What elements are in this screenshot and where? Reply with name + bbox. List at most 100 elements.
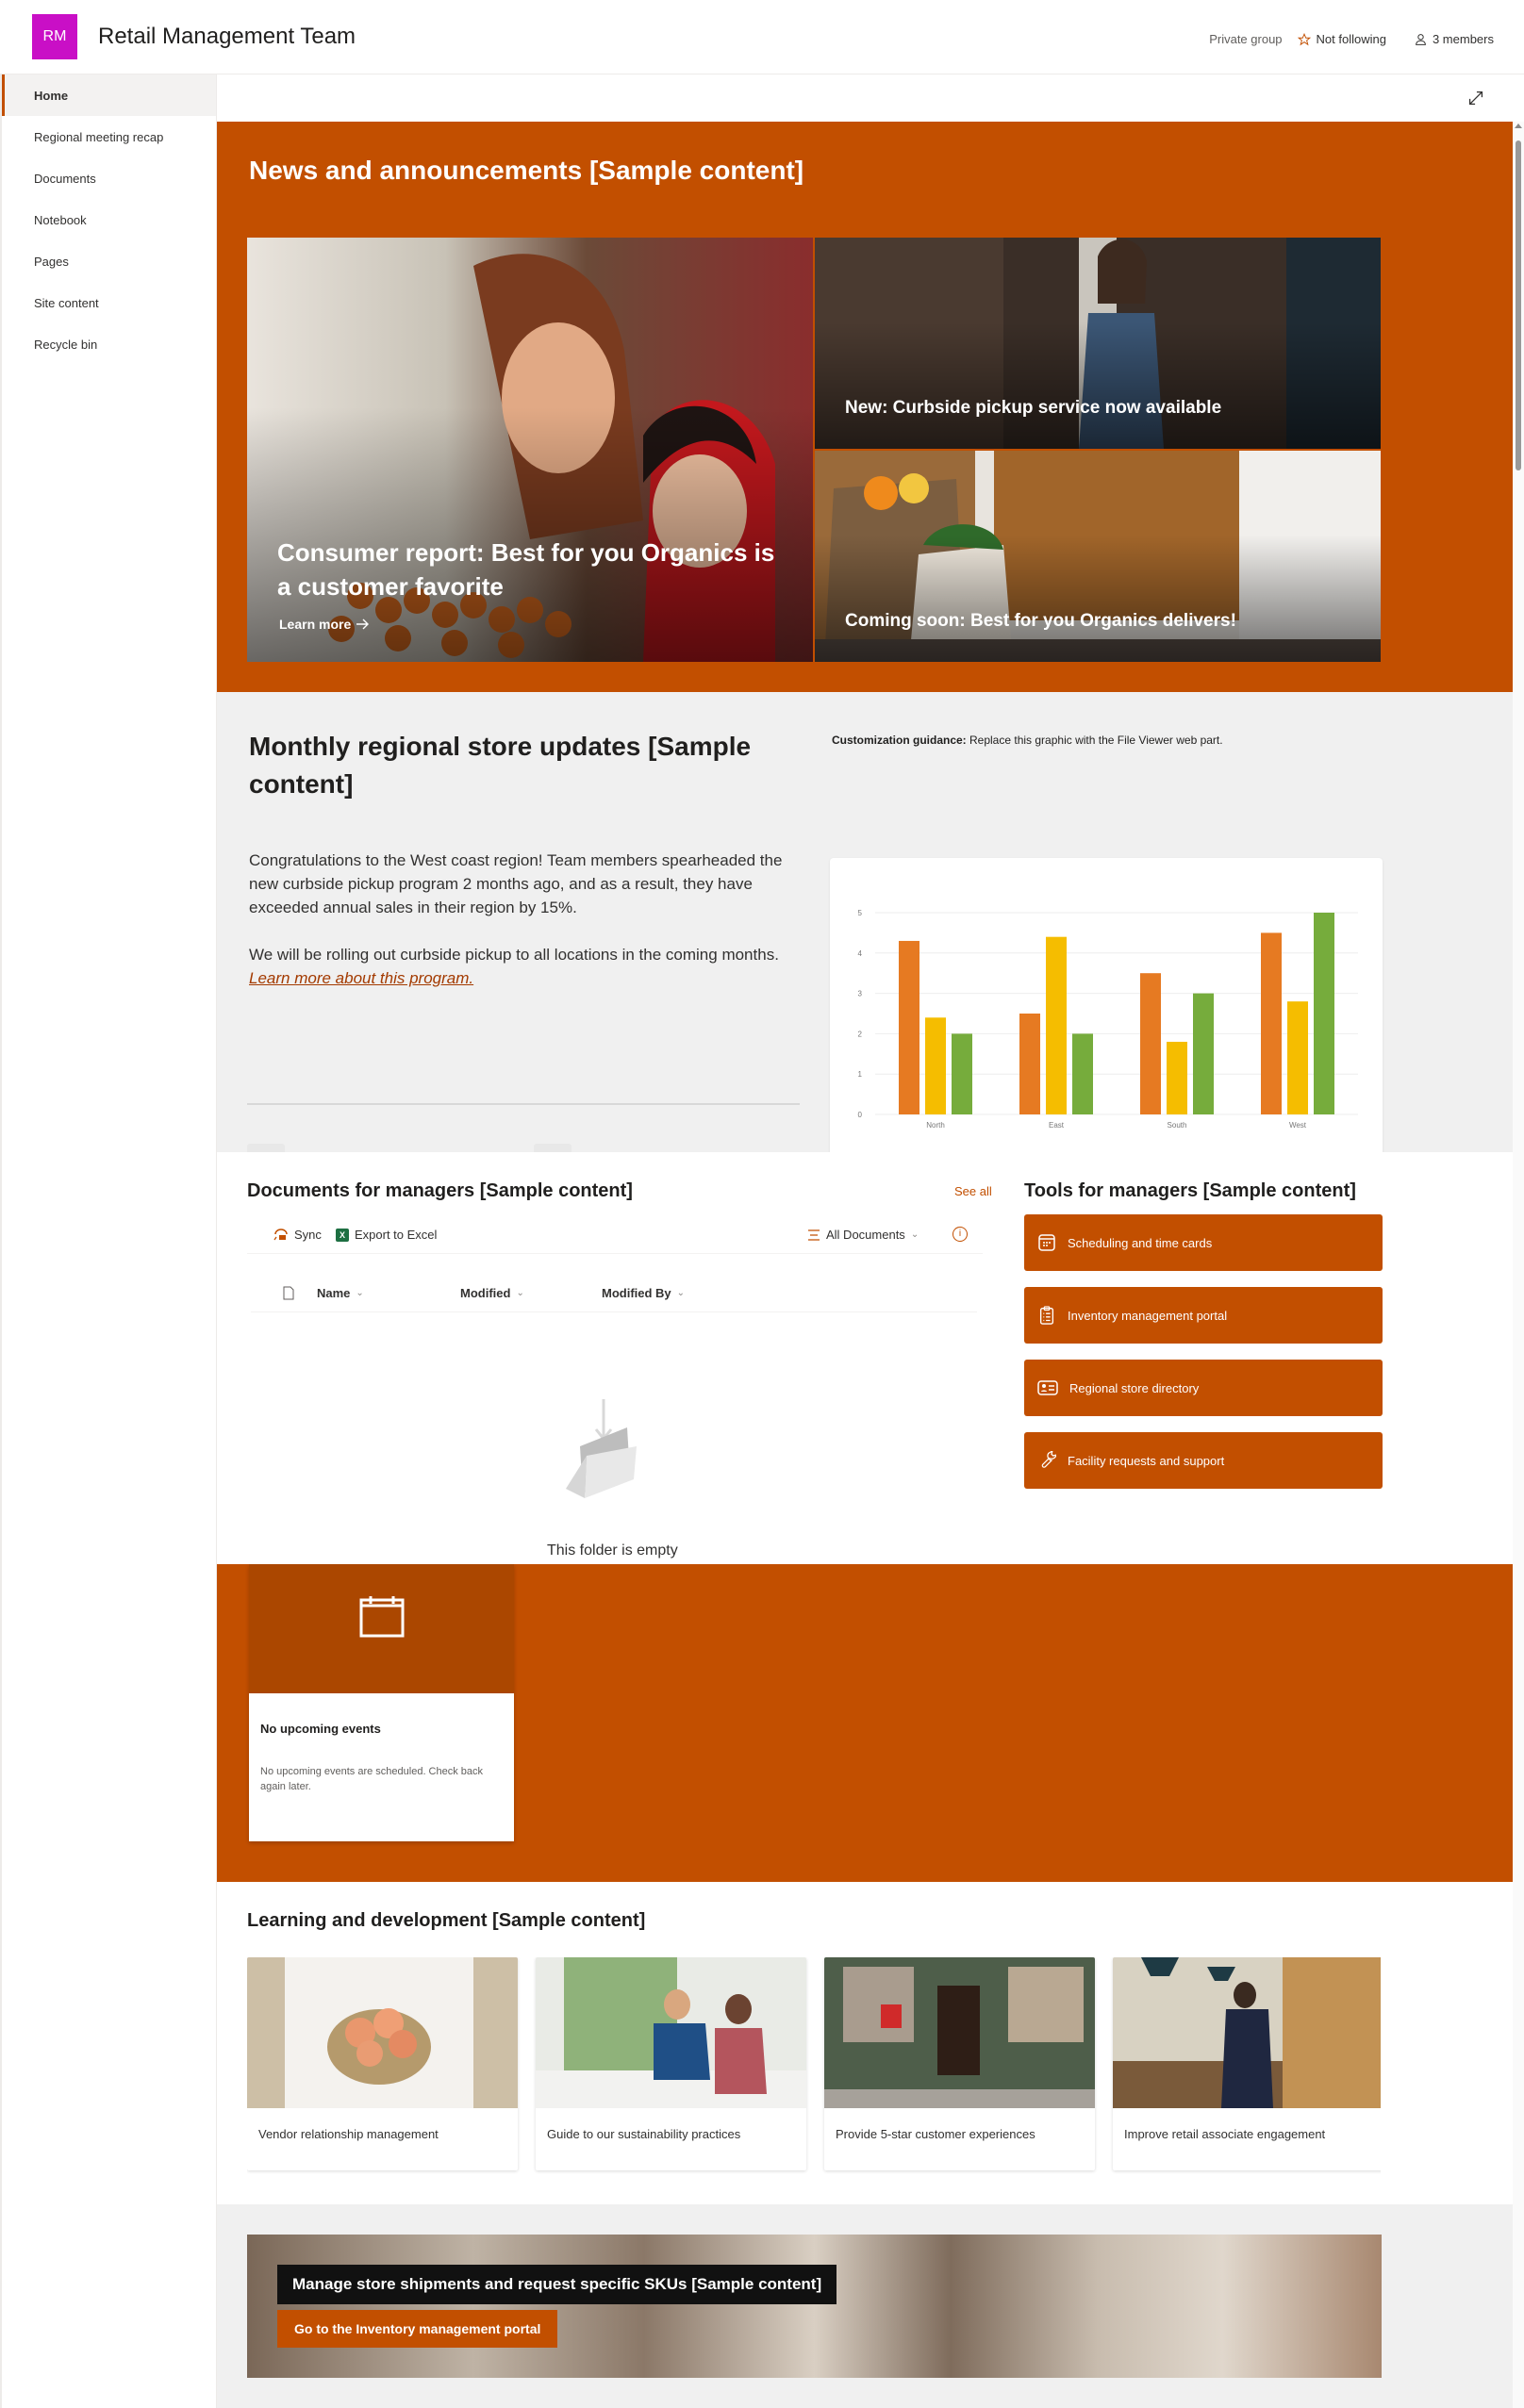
view-label: All Documents [826,1228,905,1242]
follow-button[interactable]: Not following [1297,32,1386,46]
learn-more-label: Learn more [279,617,352,632]
nav-item-recycle-bin[interactable]: Recycle bin [2,323,216,365]
y-tick-label: 2 [858,1030,863,1038]
members-label: 3 members [1432,32,1494,46]
monthly-body: Congratulations to the West coast region… [249,849,796,1014]
paragraph-2-text: We will be rolling out curbside pickup t… [249,946,779,964]
file-type-column[interactable] [283,1286,294,1300]
scroll-up-arrow-icon[interactable] [1515,124,1522,128]
excel-icon: X [336,1228,349,1242]
file-viewer[interactable]: 012345NorthEastSouthWest SLIDE 1 OF 1 [830,858,1383,1188]
documents-title: Documents for managers [Sample content] [247,1180,633,1201]
export-to-excel-button[interactable]: X Export to Excel [336,1228,437,1242]
nav-item-site-content[interactable]: Site content [2,282,216,323]
customization-guidance: Customization guidance: Replace this gra… [832,734,1223,747]
news-tile-title[interactable]: New: Curbside pickup service now availab… [845,398,1221,419]
nav-item-pages[interactable]: Pages [2,240,216,282]
learning-card[interactable]: Vendor relationship management [247,1957,518,2170]
inventory-portal-button[interactable]: Go to the Inventory management portal [277,2310,558,2348]
learning-card[interactable]: Improve retail associate engagement [1113,1957,1381,2170]
expand-icon[interactable] [1466,88,1486,108]
monthly-title: Monthly regional store updates [Sample c… [249,732,752,799]
chevron-down-icon: ⌄ [676,1288,686,1298]
site-title[interactable]: Retail Management Team [98,24,356,50]
learning-card-label: Improve retail associate engagement [1124,2127,1326,2141]
event-card-body: No upcoming events No upcoming events ar… [249,1693,514,1841]
info-icon[interactable]: i [952,1227,968,1242]
person-icon [1416,33,1426,45]
nav-item-notebook[interactable]: Notebook [2,199,216,240]
guidance-bold: Customization guidance: [832,734,967,747]
event-card[interactable]: No upcoming events No upcoming events ar… [249,1564,514,1841]
column-name[interactable]: Name ⌄ [317,1286,364,1300]
empty-folder-text: This folder is empty [547,1542,678,1559]
page-content: News and announcements [Sample content] … [217,74,1513,2408]
bar [1019,1014,1040,1114]
scrollbar-thumb[interactable] [1516,140,1521,470]
news-tile[interactable]: Coming soon: Best for you Organics deliv… [815,451,1381,662]
site-header: RM Retail Management Team Private group … [0,0,1524,74]
view-selector[interactable]: All Documents ⌄ [807,1228,919,1242]
news-section: News and announcements [Sample content] … [217,122,1513,692]
tool-scheduling-button[interactable]: Scheduling and time cards [1024,1214,1383,1271]
column-modified-by-label: Modified By [602,1286,671,1300]
tool-facility-requests-button[interactable]: Facility requests and support [1024,1432,1383,1489]
nav-item-documents[interactable]: Documents [2,157,216,199]
contact-card-icon [1037,1380,1058,1395]
documents-command-bar: Sync X Export to Excel All Documents ⌄ i [247,1216,983,1254]
learn-more-link[interactable]: Learn more [279,617,370,632]
tools-title: Tools for managers [Sample content] [1024,1180,1356,1201]
see-all-link[interactable]: See all [954,1184,992,1198]
page-toolbar [217,74,1513,122]
bar-chart: 0 1 2 3 4 5 North East South West [858,909,1358,1130]
column-name-label: Name [317,1286,351,1300]
tool-store-directory-button[interactable]: Regional store directory [1024,1360,1383,1416]
monthly-updates-section: Monthly regional store updates [Sample c… [217,692,1513,1189]
learning-cards: Vendor relationship management Guide to … [247,1957,1381,2174]
shipments-banner: Manage store shipments and request speci… [247,2235,1382,2378]
document-icon [283,1286,294,1300]
y-tick-label: 3 [858,990,863,998]
column-modified-by[interactable]: Modified By ⌄ [602,1286,685,1300]
bar [925,1017,946,1114]
wrench-icon [1041,1451,1056,1468]
learn-more-program-link[interactable]: Learn more about this program. [249,969,473,987]
y-tick-label: 1 [858,1070,863,1079]
learning-card-label: Guide to our sustainability practices [547,2127,741,2141]
column-modified[interactable]: Modified ⌄ [460,1286,524,1300]
news-tile-title[interactable]: Coming soon: Best for you Organics deliv… [845,611,1236,632]
learning-card[interactable]: Provide 5-star customer experiences [824,1957,1095,2170]
learning-title: Learning and development [Sample content… [247,1910,646,1931]
learning-card-image [1113,1957,1381,2108]
vertical-scrollbar[interactable] [1513,122,1524,2408]
clipboard-list-icon [1039,1306,1054,1325]
x-tick-label: East [1049,1121,1065,1130]
nav-item-home[interactable]: Home [2,74,216,116]
nav-item-regional-meeting-recap[interactable]: Regional meeting recap [2,116,216,157]
members-button[interactable]: 3 members [1415,32,1494,46]
learning-card-image [247,1957,518,2108]
y-tick-label: 4 [858,949,863,958]
x-tick-label: North [926,1121,945,1130]
tool-label: Scheduling and time cards [1068,1235,1213,1250]
chevron-down-icon: ⌄ [356,1288,364,1298]
news-tile[interactable]: New: Curbside pickup service now availab… [815,238,1381,449]
tool-label: Facility requests and support [1068,1453,1225,1468]
sync-button[interactable]: Sync [273,1228,322,1242]
y-tick-label: 0 [858,1111,863,1119]
bar [1072,1033,1093,1114]
learning-card[interactable]: Guide to our sustainability practices [536,1957,806,2170]
calendar-icon [359,1596,404,1638]
chevron-down-icon: ⌄ [910,1229,919,1240]
event-title: No upcoming events [260,1722,381,1736]
learning-card-image [536,1957,806,2108]
hero-news-item[interactable]: Consumer report: Best for you Organics i… [247,238,813,662]
hero-title[interactable]: Consumer report: Best for you Organics i… [277,536,783,603]
tool-label: Inventory management portal [1068,1308,1228,1323]
y-tick-label: 5 [858,909,863,917]
site-logo[interactable]: RM [32,14,77,59]
tool-inventory-portal-button[interactable]: Inventory management portal [1024,1287,1383,1344]
header-meta: Private group Not following 3 members [1209,32,1494,46]
arrow-right-icon [356,618,370,630]
column-modified-label: Modified [460,1286,511,1300]
